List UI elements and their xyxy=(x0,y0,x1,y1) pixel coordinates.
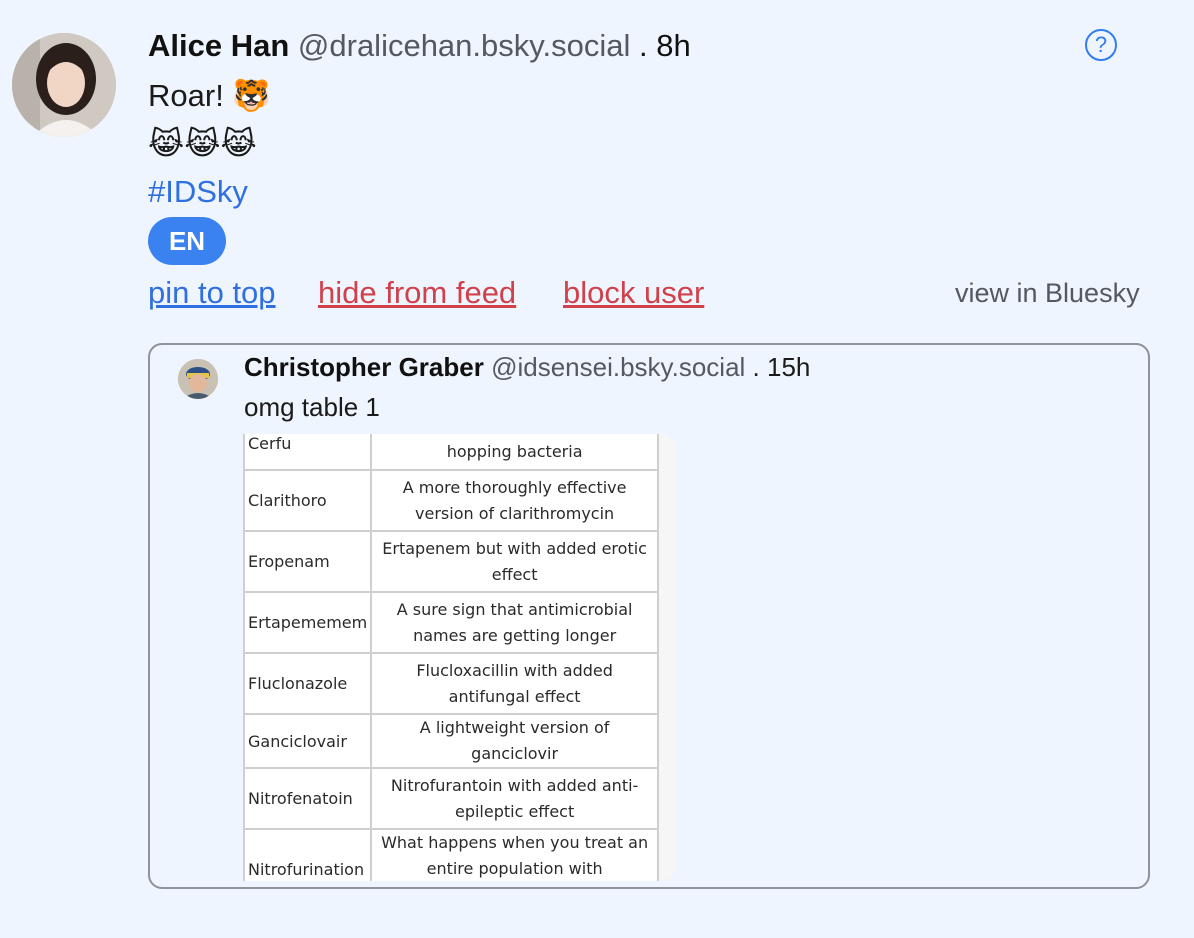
table-cell-desc: A more thoroughly effective version of c… xyxy=(370,469,659,532)
table-row: Ganciclovair A lightweight version of ga… xyxy=(243,713,659,769)
language-badge: EN xyxy=(148,217,226,265)
table-cell-desc: A sure sign that antimicrobial names are… xyxy=(370,591,659,654)
block-user-link[interactable]: block user xyxy=(563,273,704,313)
quoted-post[interactable]: Christopher Graber @idsensei.bsky.social… xyxy=(148,343,1150,889)
table-cell-desc: hopping bacteria xyxy=(370,434,659,471)
table-cell-desc: Flucloxacillin with added antifungal eff… xyxy=(370,652,659,715)
post-header: Alice Han @dralicehan.bsky.social . 8h xyxy=(148,26,691,66)
author-handle[interactable]: @dralicehan.bsky.social xyxy=(298,28,630,63)
table-cell-name: Clarithoro xyxy=(243,469,373,532)
table-row: Cerfu hopping bacteria xyxy=(243,434,659,471)
table-row: Clarithoro A more thoroughly effective v… xyxy=(243,469,659,532)
table-row: Nitrofurination What happens when you tr… xyxy=(243,828,659,881)
table-row: Eropenam Ertapenem but with added erotic… xyxy=(243,530,659,593)
table-row: Fluclonazole Flucloxacillin with added a… xyxy=(243,652,659,715)
table-cell-desc: Nitrofurantoin with added anti-epileptic… xyxy=(370,767,659,830)
post-time[interactable]: 8h xyxy=(656,28,690,63)
image-table: Cerfu hopping bacteria Clarithoro A more… xyxy=(243,434,659,881)
help-icon[interactable]: ? xyxy=(1085,29,1117,61)
author-avatar[interactable] xyxy=(12,33,116,137)
post-text-line-1: Roar! 🐯 xyxy=(148,78,272,113)
pin-to-top-link[interactable]: pin to top xyxy=(148,273,276,313)
table-row: Nitrofenatoin Nitrofurantoin with added … xyxy=(243,767,659,830)
hide-from-feed-link[interactable]: hide from feed xyxy=(318,273,516,313)
post-text-line-2: 😹😹😹 xyxy=(148,126,257,161)
avatar-photo xyxy=(12,33,116,137)
table-cell-name: Cerfu xyxy=(243,434,373,471)
quoted-post-image[interactable]: Cerfu hopping bacteria Clarithoro A more… xyxy=(243,434,676,881)
table-cell-name: Ertapememem xyxy=(243,591,373,654)
quoted-author-avatar[interactable] xyxy=(178,359,218,399)
table-cell-name: Fluclonazole xyxy=(243,652,373,715)
table-cell-desc: A lightweight version of ganciclovir xyxy=(370,713,659,769)
table-cell-name: Ganciclovair xyxy=(243,713,373,769)
quoted-avatar-photo xyxy=(178,359,218,399)
quoted-header-separator: . xyxy=(752,352,760,382)
table-cell-name: Nitrofurination xyxy=(243,828,373,881)
quoted-author-name[interactable]: Christopher Graber xyxy=(244,352,484,382)
table-cell-desc: Ertapenem but with added erotic effect xyxy=(370,530,659,593)
table-cell-name: Eropenam xyxy=(243,530,373,593)
quoted-post-header: Christopher Graber @idsensei.bsky.social… xyxy=(244,349,810,385)
table-cell-name: Nitrofenatoin xyxy=(243,767,373,830)
header-separator: . xyxy=(638,28,648,63)
table-cell-desc: What happens when you treat an entire po… xyxy=(370,828,659,881)
table-row: Ertapememem A sure sign that antimicrobi… xyxy=(243,591,659,654)
quoted-post-time[interactable]: 15h xyxy=(767,352,810,382)
quoted-author-handle[interactable]: @idsensei.bsky.social xyxy=(491,352,745,382)
author-name[interactable]: Alice Han xyxy=(148,28,289,63)
view-in-bluesky-link[interactable]: view in Bluesky xyxy=(955,273,1140,313)
hashtag-link[interactable]: #IDSky xyxy=(148,172,248,212)
quoted-post-text: omg table 1 xyxy=(244,392,380,422)
